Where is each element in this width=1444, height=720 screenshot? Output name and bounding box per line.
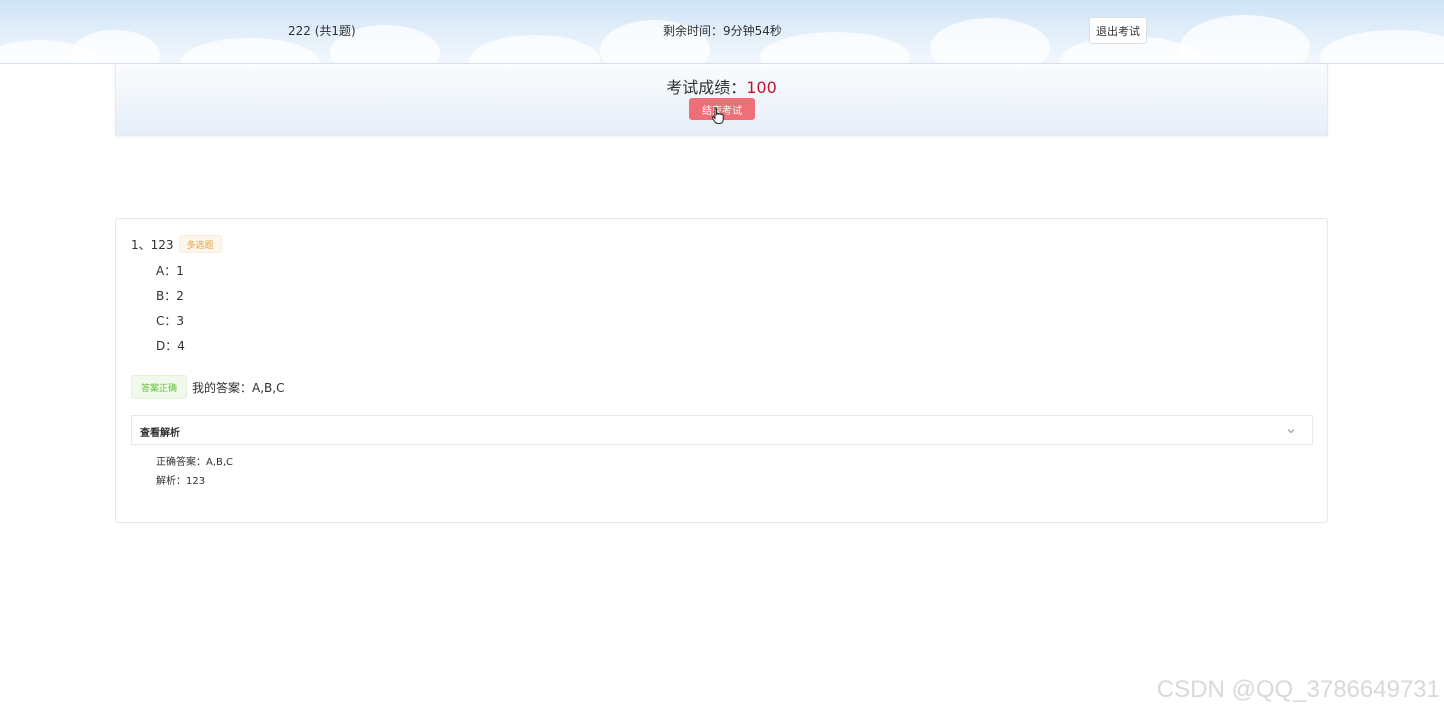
correct-answer: 正确答案：A,B,C [156, 457, 234, 468]
option-a: A：1 [156, 262, 184, 279]
option-text: 1 [176, 264, 184, 278]
hand-pointer-icon [711, 107, 724, 124]
watermark: CSDN @QQ_3786649731 [1156, 676, 1440, 703]
my-answer: 我的答案：A,B,C [192, 380, 285, 395]
exam-header: 222 (共1题) 剩余时间：9分钟54秒 退出考试 [0, 0, 1444, 64]
cloud-decoration [760, 32, 910, 63]
option-text: 3 [176, 314, 185, 328]
analysis-collapse-toggle[interactable]: 查看解析 [131, 415, 1313, 445]
option-text: 2 [176, 289, 184, 303]
cloud-decoration [1320, 30, 1444, 63]
analysis-text: 解析：123 [156, 476, 206, 487]
question-card: 1、123 多选题 A：1 B：2 C：3 D：4 答案正确 我的答案：A,B,… [115, 218, 1328, 523]
option-key: A： [156, 264, 177, 278]
score-panel: 考试成绩：100 结束考试 [115, 64, 1328, 136]
answer-row: 答案正确 我的答案：A,B,C [131, 375, 284, 399]
chevron-down-icon [1287, 429, 1295, 434]
score-line: 考试成绩：100 [116, 74, 1327, 98]
question-type-tag: 多选题 [178, 235, 222, 253]
cloud-decoration [930, 18, 1050, 63]
option-text: 4 [177, 339, 185, 353]
cloud-decoration [180, 38, 320, 63]
cloud-decoration [1180, 15, 1310, 63]
question-title: 1、123 [131, 237, 174, 252]
score-value: 100 [746, 78, 777, 97]
option-key: D： [156, 339, 178, 353]
option-d: D：4 [156, 337, 185, 354]
score-label: 考试成绩： [666, 78, 747, 97]
exam-title: 222 (共1题) [288, 24, 356, 38]
option-key: C： [156, 314, 177, 328]
question-header: 1、123 多选题 [131, 235, 222, 253]
option-c: C：3 [156, 312, 184, 329]
cloud-decoration [70, 30, 160, 63]
answer-correct-tag: 答案正确 [131, 375, 188, 399]
remaining-time: 剩余时间：9分钟54秒 [663, 24, 782, 38]
option-key: B： [156, 289, 177, 303]
analysis-toggle-label: 查看解析 [140, 428, 180, 439]
option-b: B：2 [156, 287, 184, 304]
cloud-decoration [470, 35, 600, 63]
exit-exam-button[interactable]: 退出考试 [1089, 17, 1147, 44]
